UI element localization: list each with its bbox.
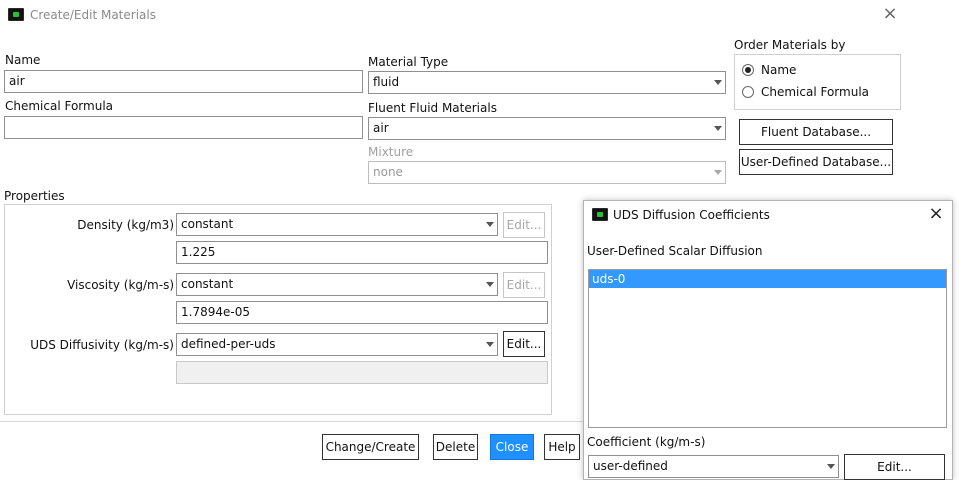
mixture-value: none: [373, 165, 403, 179]
viscosity-method-value: constant: [181, 277, 234, 291]
uds-diffusivity-edit-button[interactable]: Edit...: [503, 331, 545, 357]
user-defined-database-button[interactable]: User-Defined Database...: [739, 149, 893, 175]
chevron-down-icon: [714, 170, 722, 175]
viscosity-value-input[interactable]: 1.7894e-05: [176, 301, 548, 324]
material-type-label: Material Type: [368, 55, 449, 69]
mixture-select: none: [368, 161, 726, 184]
radio-chemical-formula[interactable]: [742, 86, 754, 98]
title-bar: Create/Edit Materials ×: [0, 0, 905, 30]
chevron-down-icon: [827, 464, 835, 469]
uds-diffusion-coefficients-dialog: UDS Diffusion Coefficients × User-Define…: [583, 200, 953, 480]
coefficient-edit-button[interactable]: Edit...: [844, 454, 945, 480]
chevron-down-icon: [714, 126, 722, 131]
chemical-formula-input[interactable]: [4, 116, 363, 139]
chevron-down-icon: [486, 342, 494, 347]
radio-name-label[interactable]: Name: [761, 62, 796, 78]
fluent-fluid-materials-select[interactable]: air: [368, 117, 726, 140]
properties-group: Density (kg/m3) constant Edit... 1.225 V…: [4, 204, 552, 415]
dialog-title: UDS Diffusion Coefficients: [613, 208, 770, 222]
radio-name[interactable]: [742, 64, 754, 76]
user-defined-scalar-diffusion-label: User-Defined Scalar Diffusion: [587, 244, 763, 258]
density-method-value: constant: [181, 217, 234, 231]
chevron-down-icon: [486, 222, 494, 227]
order-by-group: Name Chemical Formula: [734, 54, 901, 110]
name-label: Name: [5, 53, 41, 67]
density-value-input[interactable]: 1.225: [176, 241, 548, 264]
properties-label: Properties: [4, 189, 65, 203]
list-item[interactable]: uds-0: [589, 270, 946, 288]
viscosity-method-select[interactable]: constant: [176, 273, 498, 296]
name-input[interactable]: air: [4, 70, 363, 93]
close-icon[interactable]: ×: [926, 204, 946, 224]
density-label: Density (kg/m3): [77, 218, 174, 232]
radio-chemical-formula-label[interactable]: Chemical Formula: [761, 84, 869, 100]
uds-list[interactable]: uds-0: [588, 269, 947, 428]
help-button[interactable]: Help: [544, 434, 580, 460]
delete-button[interactable]: Delete: [433, 434, 478, 460]
app-icon: [8, 8, 24, 21]
chemical-formula-label: Chemical Formula: [5, 99, 114, 113]
density-method-select[interactable]: constant: [176, 213, 498, 236]
fluent-fluid-materials-label: Fluent Fluid Materials: [368, 101, 497, 115]
fluent-database-button[interactable]: Fluent Database...: [739, 119, 893, 145]
viscosity-edit-button: Edit...: [503, 272, 545, 298]
material-type-value: fluid: [373, 75, 400, 89]
coefficient-select[interactable]: user-defined: [588, 455, 839, 478]
uds-diffusivity-method-select[interactable]: defined-per-uds: [176, 333, 498, 356]
viscosity-label: Viscosity (kg/m-s): [67, 278, 174, 292]
close-button[interactable]: Close: [490, 434, 534, 460]
fluent-fluid-materials-value: air: [373, 121, 389, 135]
material-type-select[interactable]: fluid: [368, 71, 726, 94]
chevron-down-icon: [714, 80, 722, 85]
app-icon: [592, 208, 608, 221]
uds-diffusivity-value-input: [176, 361, 548, 384]
change-create-button[interactable]: Change/Create: [322, 434, 419, 460]
window-title: Create/Edit Materials: [30, 8, 156, 22]
coefficient-label: Coefficient (kg/m-s): [587, 435, 706, 449]
close-icon[interactable]: ×: [880, 4, 900, 24]
uds-diffusivity-label: UDS Diffusivity (kg/m-s): [30, 338, 174, 352]
uds-diffusivity-method-value: defined-per-uds: [181, 337, 276, 351]
density-edit-button: Edit...: [503, 212, 545, 238]
mixture-label: Mixture: [368, 145, 414, 159]
coefficient-value: user-defined: [593, 459, 668, 473]
order-materials-by-label: Order Materials by: [734, 38, 846, 52]
chevron-down-icon: [486, 282, 494, 287]
